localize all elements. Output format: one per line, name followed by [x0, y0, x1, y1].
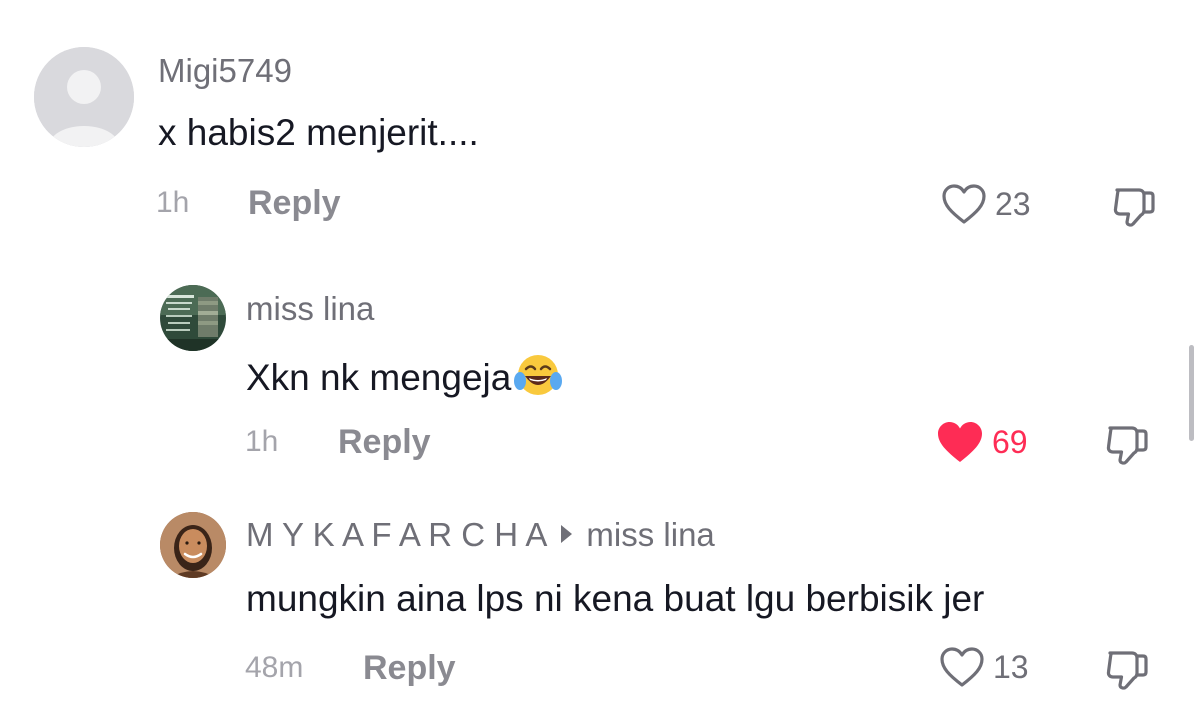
comment-text: Xkn nk mengeja — [246, 357, 512, 398]
avatar[interactable] — [160, 512, 226, 578]
reply-arrow-icon — [561, 525, 573, 543]
like-button[interactable]: 69 — [936, 420, 1028, 464]
like-count: 69 — [992, 423, 1028, 460]
scrollbar[interactable] — [1189, 345, 1194, 441]
avatar[interactable] — [34, 47, 134, 147]
thumbs-down-icon — [1106, 426, 1148, 465]
comment-username-row: M Y K A F A R C H A miss lina — [246, 516, 715, 554]
reply-to-username[interactable]: miss lina — [586, 516, 714, 553]
comment-time: 48m — [245, 651, 304, 684]
comment-text-row: Xkn nk mengeja — [246, 352, 563, 407]
comment-username[interactable]: Migi5749 — [158, 52, 292, 90]
reply-comment-item: M Y K A F A R C H A miss lina mungkin ain… — [0, 500, 1200, 705]
avatar-image — [160, 512, 226, 578]
reply-comment-item: miss lina Xkn nk mengeja 1h Reply 69 — [0, 270, 1200, 490]
thumbs-down-icon — [1113, 188, 1155, 227]
default-avatar-icon — [34, 47, 134, 147]
comment-username[interactable]: miss lina — [246, 290, 374, 328]
heart-outline-icon — [942, 184, 986, 224]
comment-text: mungkin aina lps ni kena buat lgu berbis… — [246, 578, 985, 619]
like-button[interactable]: 23 — [941, 183, 1031, 225]
like-button[interactable]: 13 — [939, 646, 1029, 688]
like-count: 23 — [995, 185, 1031, 222]
heart-filled-icon — [938, 422, 982, 462]
comment-text: x habis2 menjerit.... — [158, 112, 479, 153]
comment-time: 1h — [245, 425, 279, 458]
heart-outline-icon — [940, 647, 984, 687]
avatar-image — [160, 285, 226, 351]
comment-username[interactable]: M Y K A F A R C H A — [246, 516, 547, 553]
tears-of-joy-emoji-icon — [513, 352, 563, 407]
avatar[interactable] — [160, 285, 226, 351]
thumbs-down-icon — [1106, 651, 1148, 690]
dislike-button[interactable] — [1111, 184, 1157, 235]
comment-item: Migi5749 x habis2 menjerit.... 1h Reply … — [0, 0, 1200, 250]
comment-time: 1h — [156, 186, 190, 219]
reply-button[interactable]: Reply — [363, 649, 456, 688]
dislike-button[interactable] — [1104, 647, 1150, 698]
dislike-button[interactable] — [1104, 422, 1150, 473]
reply-button[interactable]: Reply — [338, 423, 431, 462]
reply-button[interactable]: Reply — [248, 184, 341, 223]
like-count: 13 — [993, 648, 1029, 685]
